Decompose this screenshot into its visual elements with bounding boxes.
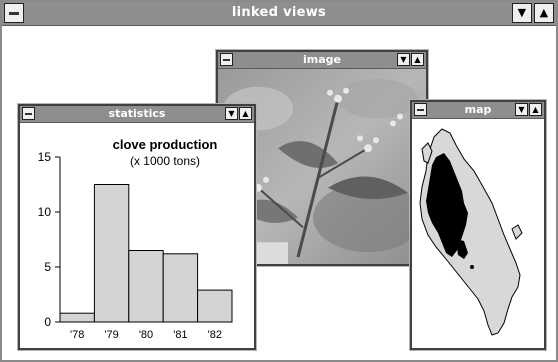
system-menu-icon[interactable] <box>220 53 233 66</box>
image-window-title: image <box>303 53 341 66</box>
x-tick-label-2: '80 <box>139 329 153 341</box>
statistics-content: clove production (x 1000 tons) 0 5 10 15 '7… <box>20 123 254 348</box>
statistics-titlebar[interactable]: statistics ▼ ▲ <box>20 106 254 123</box>
statistics-window-title: statistics <box>108 107 166 120</box>
linked-views-window: linked views ▼ ▲ image ▼ ▲ statistics ▼ … <box>0 0 558 362</box>
bar-4[interactable] <box>197 289 233 323</box>
y-tick-label-3: 15 <box>38 150 52 164</box>
image-titlebar[interactable]: image ▼ ▲ <box>218 52 426 69</box>
map-window-title: map <box>464 103 492 116</box>
system-menu-icon[interactable] <box>414 103 427 116</box>
x-tick-label-4: '82 <box>208 329 222 341</box>
y-ticks: 0 5 10 15 <box>38 150 60 329</box>
x-tick-label-3: '81 <box>173 329 187 341</box>
x-ticks: '78 '79 '80 '81 '82 <box>70 329 222 341</box>
window-title: linked views <box>231 5 327 20</box>
bar-3[interactable] <box>162 253 199 323</box>
main-titlebar[interactable]: linked views ▼ ▲ <box>2 2 556 26</box>
minimize-arrow-icon[interactable]: ▼ <box>512 3 532 23</box>
maximize-arrow-icon[interactable]: ▲ <box>534 3 554 23</box>
y-tick-label-1: 5 <box>44 260 51 274</box>
bars-group <box>59 184 233 323</box>
map-content <box>412 119 544 348</box>
clove-growing-dot[interactable] <box>470 265 474 269</box>
map-window[interactable]: map ▼ ▲ <box>409 99 547 351</box>
maximize-arrow-icon[interactable]: ▲ <box>411 53 424 66</box>
minimize-arrow-icon[interactable]: ▼ <box>225 107 238 120</box>
minimize-arrow-icon[interactable]: ▼ <box>397 53 410 66</box>
statistics-window[interactable]: statistics ▼ ▲ clove production (x 1000 … <box>17 103 257 351</box>
chart-subtitle: (x 1000 tons) <box>130 154 200 168</box>
y-tick-label-2: 10 <box>38 205 52 219</box>
east-coast-islet[interactable] <box>511 224 523 240</box>
map-titlebar[interactable]: map ▼ ▲ <box>412 102 544 119</box>
clove-production-chart: clove production (x 1000 tons) 0 5 10 15 '7… <box>38 137 233 341</box>
maximize-arrow-icon[interactable]: ▲ <box>529 103 542 116</box>
island-map <box>419 128 523 336</box>
x-tick-label-0: '78 <box>70 329 84 341</box>
chart-title: clove production <box>113 137 218 152</box>
minimize-arrow-icon[interactable]: ▼ <box>515 103 528 116</box>
bar-2[interactable] <box>128 250 164 323</box>
y-tick-label-0: 0 <box>44 315 51 329</box>
x-tick-label-1: '79 <box>104 329 118 341</box>
bar-1[interactable] <box>93 184 130 323</box>
maximize-arrow-icon[interactable]: ▲ <box>239 107 252 120</box>
system-menu-icon[interactable] <box>4 3 24 23</box>
bar-0[interactable] <box>59 312 95 323</box>
system-menu-icon[interactable] <box>22 107 35 120</box>
